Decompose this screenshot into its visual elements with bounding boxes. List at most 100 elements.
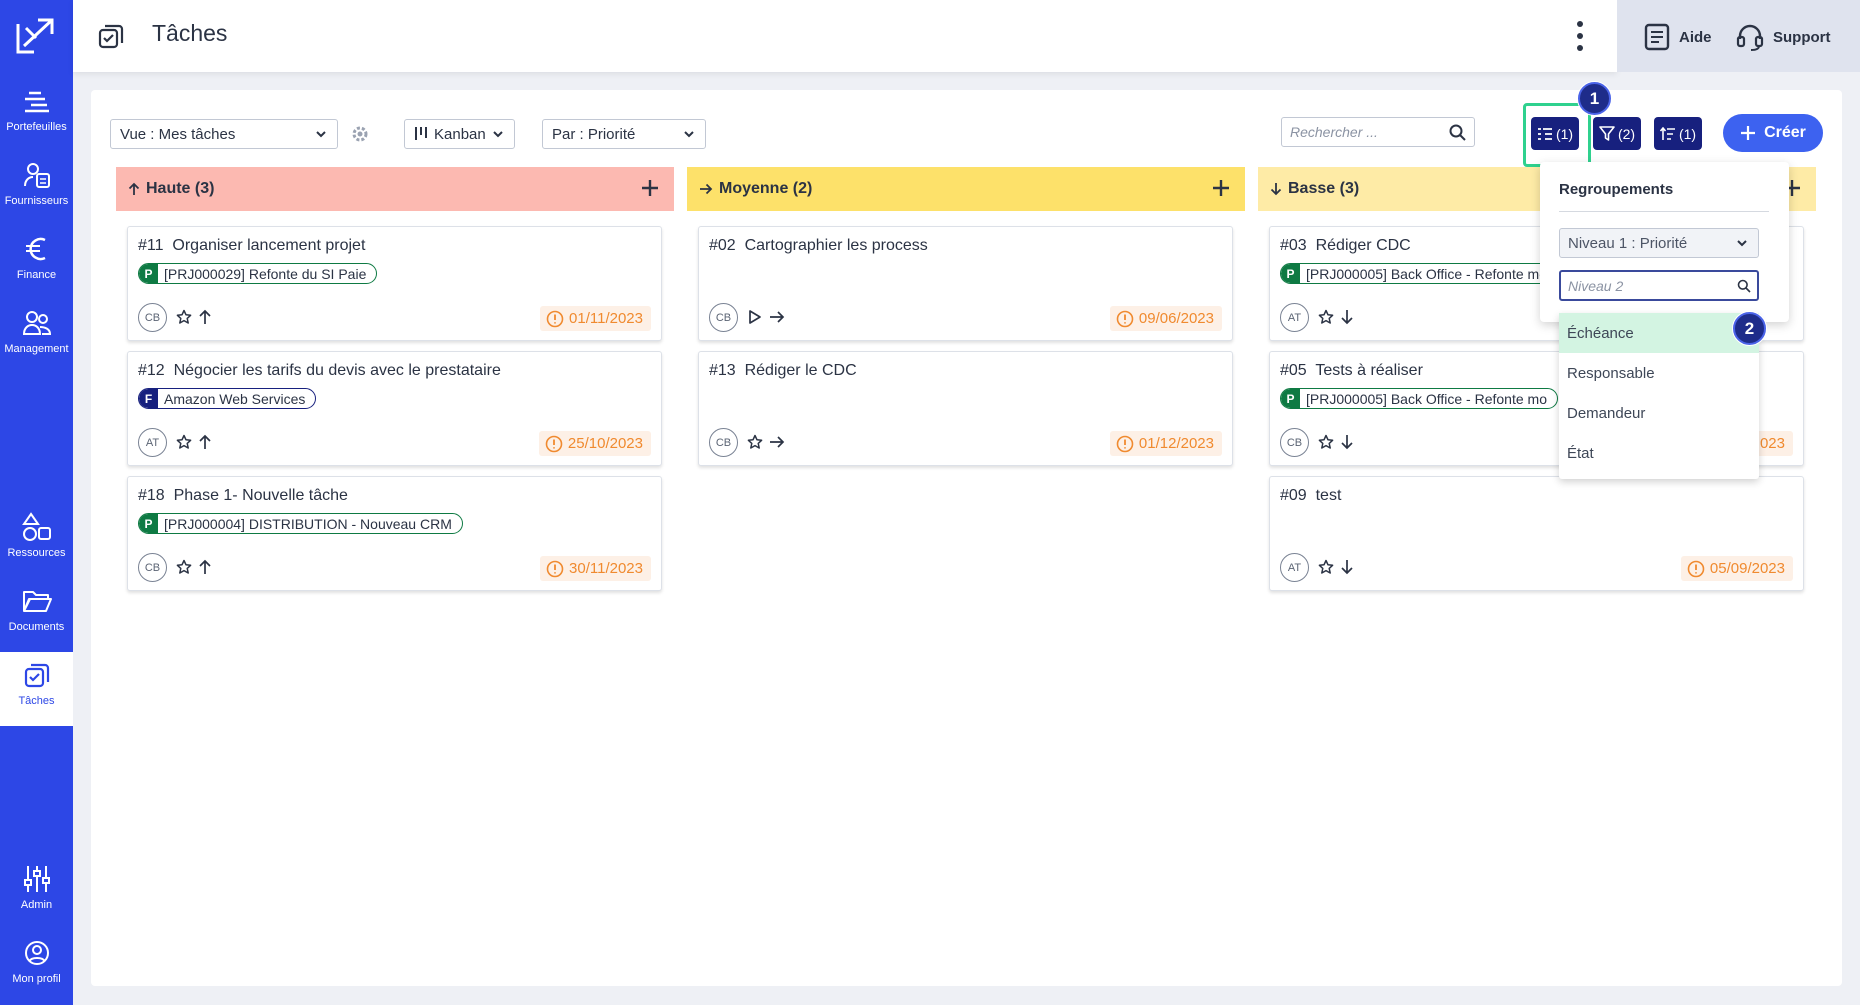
chevron-down-icon xyxy=(684,131,694,138)
sidebar-item-label: Tâches xyxy=(18,695,55,707)
sidebar-item-label: Mon profil xyxy=(12,973,61,985)
grouping-popup: Regroupements Niveau 1 : Priorité Niveau… xyxy=(1540,162,1789,322)
level1-select[interactable]: Niveau 1 : Priorité xyxy=(1559,228,1759,258)
avatar[interactable]: AT xyxy=(1280,303,1309,332)
due-date-badge: 023 xyxy=(1753,431,1793,456)
supplier-tag[interactable]: F Amazon Web Services xyxy=(138,388,317,409)
add-card-icon[interactable] xyxy=(1211,178,1231,198)
project-tag[interactable]: P [PRJ000005] Back Office - Refonte mo xyxy=(1280,388,1558,409)
star-icon[interactable] xyxy=(1318,309,1334,325)
sidebar-item-label: Admin xyxy=(20,899,53,911)
star-icon[interactable] xyxy=(176,309,192,325)
sidebar-item-label: Finance xyxy=(16,269,57,281)
column-header-moyenne: Moyenne (2) xyxy=(687,167,1245,211)
card-title: #09 test xyxy=(1280,487,1342,504)
chevron-down-icon xyxy=(493,131,503,138)
warning-circle-icon xyxy=(1116,435,1134,452)
add-card-icon[interactable] xyxy=(640,178,660,198)
search-input[interactable]: Rechercher ... xyxy=(1281,117,1475,147)
sidebar-item-finance[interactable]: Finance xyxy=(0,226,73,300)
due-date-badge: 25/10/2023 xyxy=(538,431,651,456)
option-echeance[interactable]: Échéance xyxy=(1559,313,1759,353)
warning-circle-icon xyxy=(545,435,563,452)
sidebar-item-management[interactable]: Management xyxy=(0,300,73,374)
task-card[interactable]: #09 test AT 05/09/2023 xyxy=(1269,476,1804,591)
star-icon[interactable] xyxy=(176,434,192,450)
due-date-badge: 30/11/2023 xyxy=(540,556,651,581)
support-label: Support xyxy=(1773,28,1831,46)
avatar[interactable]: AT xyxy=(1280,553,1309,582)
column-name: Moyenne xyxy=(719,180,789,197)
task-card[interactable]: #12 Négocier les tarifs du devis avec le… xyxy=(127,351,662,466)
avatar[interactable]: CB xyxy=(709,303,738,332)
portfolio-icon xyxy=(22,86,52,116)
chevron-down-icon xyxy=(1737,240,1747,247)
due-date-badge: 01/11/2023 xyxy=(540,306,651,331)
sidebar-item-taches[interactable]: Tâches xyxy=(0,652,73,726)
avatar[interactable]: AT xyxy=(138,428,167,457)
sidebar-item-mon-profil[interactable]: Mon profil xyxy=(0,930,73,1004)
column-name: Haute xyxy=(146,180,191,197)
app-logo[interactable] xyxy=(14,16,58,56)
view-select[interactable]: Vue : Mes tâches xyxy=(110,119,338,149)
group-by-select-value: Par : Priorité xyxy=(552,125,636,143)
arrow-right-icon xyxy=(770,436,785,448)
sort-button[interactable]: (1) xyxy=(1654,117,1702,150)
level2-placeholder: Niveau 2 xyxy=(1568,277,1624,294)
arrow-right-icon xyxy=(770,311,785,323)
sidebar-item-ressources[interactable]: Ressources xyxy=(0,504,73,578)
layout-select[interactable]: Kanban xyxy=(404,119,515,149)
level1-value: Niveau 1 : Priorité xyxy=(1568,234,1688,252)
plus-icon xyxy=(1741,126,1756,140)
divider xyxy=(1559,211,1769,212)
chevron-down-icon xyxy=(316,131,326,138)
card-title: #13 Rédiger le CDC xyxy=(709,362,857,379)
avatar[interactable]: CB xyxy=(709,428,738,457)
star-icon[interactable] xyxy=(1318,559,1334,575)
project-tag[interactable]: P [PRJ000005] Back Office - Refonte mo xyxy=(1280,263,1558,284)
book-icon xyxy=(1644,23,1670,51)
group-by-select[interactable]: Par : Priorité xyxy=(542,119,706,149)
sidebar-item-documents[interactable]: Documents xyxy=(0,578,73,652)
option-etat[interactable]: État xyxy=(1559,433,1759,473)
task-card[interactable]: #13 Rédiger le CDC CB 01/12/2023 xyxy=(698,351,1233,466)
project-tag[interactable]: P [PRJ000029] Refonte du SI Paie xyxy=(138,263,378,284)
search-icon xyxy=(1737,279,1751,293)
filter-button[interactable]: (2) xyxy=(1593,117,1641,150)
sort-icon xyxy=(1659,126,1675,140)
column-header-haute: Haute (3) xyxy=(116,167,674,211)
star-icon[interactable] xyxy=(747,434,763,450)
avatar[interactable]: CB xyxy=(138,303,167,332)
option-demandeur[interactable]: Demandeur xyxy=(1559,393,1759,433)
step-badge-1: 1 xyxy=(1578,82,1611,115)
folder-icon xyxy=(22,586,52,616)
avatar[interactable]: CB xyxy=(138,553,167,582)
avatar[interactable]: CB xyxy=(1280,428,1309,457)
support-button[interactable]: Support xyxy=(1735,22,1831,52)
sidebar-item-label: Management xyxy=(4,343,69,355)
option-responsable[interactable]: Responsable xyxy=(1559,353,1759,393)
sidebar-item-fournisseurs[interactable]: Fournisseurs xyxy=(0,152,73,226)
task-card[interactable]: #18 Phase 1- Nouvelle tâche P [PRJ000004]… xyxy=(127,476,662,591)
create-button[interactable]: Créer xyxy=(1723,114,1823,152)
star-icon[interactable] xyxy=(176,559,192,575)
create-label: Créer xyxy=(1764,124,1806,141)
top-header: Tâches xyxy=(73,0,1617,72)
project-tag[interactable]: P [PRJ000004] DISTRIBUTION - Nouveau CRM xyxy=(138,513,463,534)
task-card[interactable]: #02 Cartographier les process CB 09/06/2… xyxy=(698,226,1233,341)
help-button[interactable]: Aide xyxy=(1643,22,1712,52)
sidebar-item-admin[interactable]: Admin xyxy=(0,856,73,930)
sidebar-item-portefeuilles[interactable]: Portefeuilles xyxy=(0,78,73,152)
grouping-highlight-frame xyxy=(1523,103,1591,167)
star-icon[interactable] xyxy=(1318,434,1334,450)
tasks-icon xyxy=(98,24,124,49)
due-date-badge: 05/09/2023 xyxy=(1680,556,1793,581)
column-count: (3) xyxy=(194,180,215,197)
layout-select-value: Kanban xyxy=(434,125,486,143)
more-menu-icon[interactable] xyxy=(1573,18,1587,54)
play-icon[interactable] xyxy=(747,309,763,325)
arrow-down-icon xyxy=(1270,182,1282,196)
task-card[interactable]: #11 Organiser lancement projet P [PRJ0000… xyxy=(127,226,662,341)
level2-search-input[interactable]: Niveau 2 xyxy=(1559,270,1759,301)
gear-icon[interactable] xyxy=(350,124,370,144)
